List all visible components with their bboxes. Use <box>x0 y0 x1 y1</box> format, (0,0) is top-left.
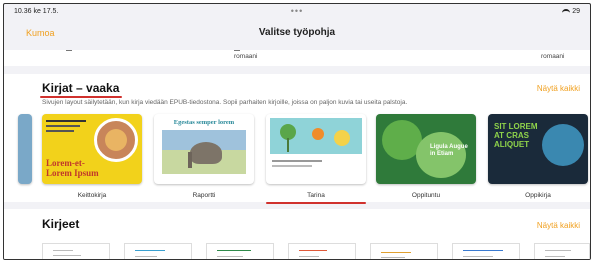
text-line <box>545 250 571 251</box>
elephant-photo <box>162 130 246 174</box>
template-lesson[interactable]: Ligula Augue in Etiam <box>376 114 476 184</box>
cover-text-line <box>272 160 322 162</box>
divider <box>234 50 240 51</box>
text-line <box>545 256 565 257</box>
template-label-story[interactable]: Tarina <box>307 192 325 199</box>
food-bowl-image <box>94 118 138 162</box>
text-line <box>217 256 243 257</box>
books-landscape-section: Kirjat – vaaka Näytä kaikki Sivujen layo… <box>4 74 590 204</box>
cover-text-line <box>272 165 312 167</box>
show-all-button[interactable]: Näytä kaikki <box>537 84 580 93</box>
template-label[interactable]: romaani <box>541 53 564 60</box>
text-line <box>381 257 405 258</box>
section-description: Sivujen layout säilytetään, kun kirja vi… <box>42 99 408 106</box>
cover-title: SIT LOREM AT CRAS ALIQUET <box>494 122 538 149</box>
text-line <box>299 250 327 251</box>
sun-icon <box>312 128 324 140</box>
divider <box>66 50 72 51</box>
letter-template[interactable] <box>206 243 274 259</box>
template-label-textbook[interactable]: Oppikirja <box>525 192 551 199</box>
cover-title: Lorem-et-Lorem Ipsum <box>46 158 99 178</box>
template-story[interactable] <box>266 114 366 184</box>
section-title: Kirjat – vaaka <box>42 81 120 95</box>
text-line <box>135 250 165 251</box>
illustration-area <box>270 118 362 154</box>
tree-trunk <box>287 138 289 152</box>
text-line <box>53 255 81 256</box>
elephant-trunk <box>188 152 192 168</box>
letter-template[interactable] <box>534 243 590 259</box>
template-thumbnail-partial[interactable] <box>18 114 32 184</box>
page-title: Valitse työpohja <box>258 27 336 38</box>
status-right: 29 <box>562 8 580 15</box>
text-line <box>381 252 411 253</box>
text-line <box>53 250 73 251</box>
letter-template[interactable] <box>124 243 192 259</box>
status-time: 10.36 ke 17.5. <box>14 8 59 15</box>
previous-section-strip: romaani romaani <box>4 50 590 66</box>
text-line <box>135 256 157 257</box>
lion-icon <box>334 130 350 146</box>
template-label[interactable]: romaani <box>234 53 257 60</box>
text-line <box>463 256 493 257</box>
letter-template[interactable] <box>370 243 438 259</box>
template-label-lesson[interactable]: Oppituntu <box>412 192 440 199</box>
cover-image <box>542 124 584 166</box>
wifi-icon <box>562 8 571 15</box>
template-chooser-screen: 10.36 ke 17.5. ••• 29 Kumoa Valitse työp… <box>3 3 591 260</box>
template-label-cookbook[interactable]: Keittokirja <box>78 192 107 199</box>
cancel-button[interactable]: Kumoa <box>26 28 55 38</box>
letter-template[interactable] <box>452 243 520 259</box>
show-all-button[interactable]: Näytä kaikki <box>537 221 580 230</box>
cover-title: Ligula Augue in Etiam <box>430 144 468 157</box>
noodle-image <box>105 129 127 151</box>
letter-template[interactable] <box>42 243 110 260</box>
section-title: Kirjeet <box>42 217 80 231</box>
annotation-underline <box>266 202 366 204</box>
cover-text-line <box>46 120 86 122</box>
text-line <box>463 250 503 251</box>
cover-title: Egestas semper lorem <box>173 119 235 126</box>
template-label-report[interactable]: Raportti <box>193 192 216 199</box>
section-separator <box>4 66 590 74</box>
status-bar: 10.36 ke 17.5. ••• 29 <box>4 4 590 18</box>
multitasking-dots-icon[interactable]: ••• <box>291 6 303 16</box>
text-line <box>53 259 77 260</box>
cover-text-line <box>46 130 74 132</box>
template-report[interactable]: Egestas semper lorem <box>154 114 254 184</box>
template-textbook[interactable]: SIT LOREM AT CRAS ALIQUET <box>488 114 588 184</box>
letters-section: Kirjeet Näytä kaikki <box>4 209 590 260</box>
annotation-underline <box>40 96 122 98</box>
cover-text-line <box>46 125 80 127</box>
text-line <box>299 256 319 257</box>
elephant-shape <box>190 142 222 164</box>
navigation-bar: Kumoa Valitse työpohja <box>4 18 590 50</box>
letter-template[interactable] <box>288 243 356 259</box>
battery-level: 29 <box>572 8 580 15</box>
template-cookbook[interactable]: Lorem-et-Lorem Ipsum <box>42 114 142 184</box>
text-line <box>217 250 251 251</box>
